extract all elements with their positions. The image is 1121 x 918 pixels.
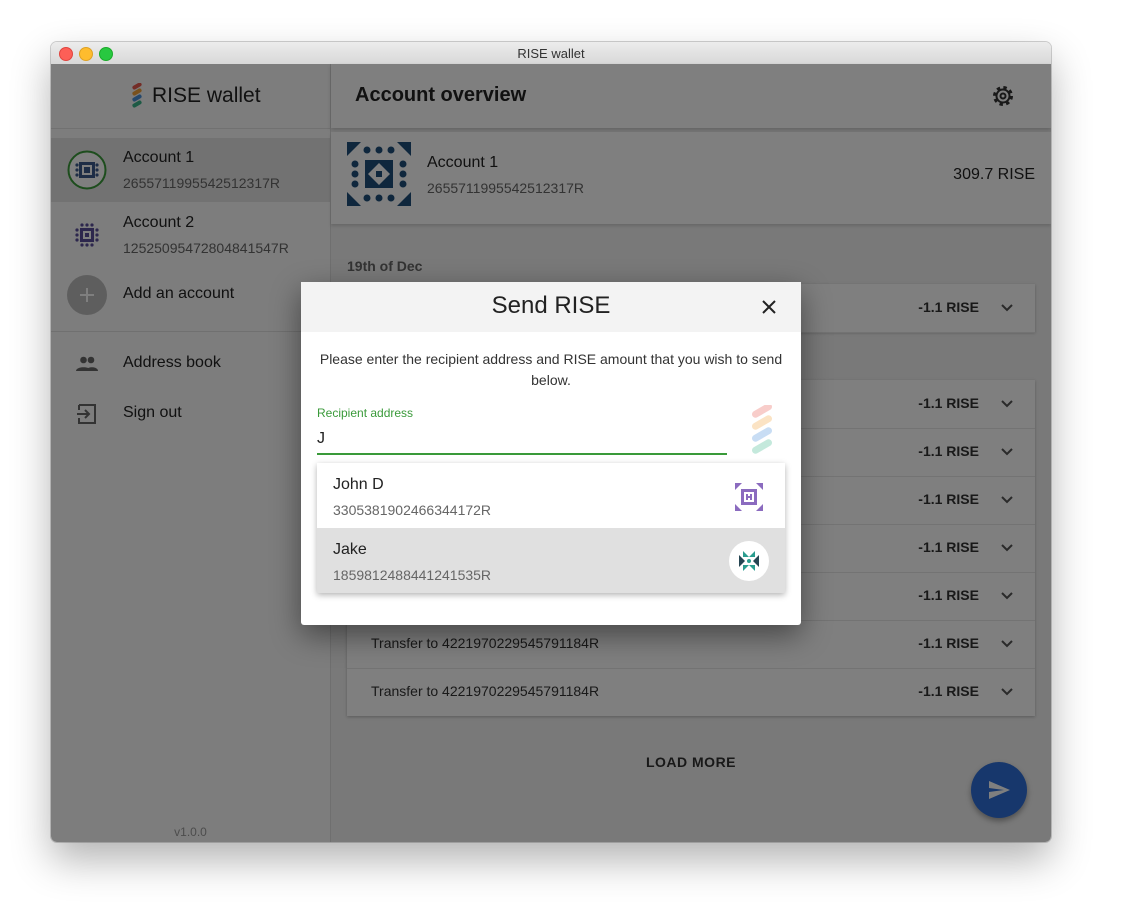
suggestion-address: 3305381902466344172R	[333, 502, 492, 518]
title-bar: RISE wallet	[51, 42, 1051, 65]
close-icon[interactable]	[761, 299, 777, 315]
window-title: RISE wallet	[517, 46, 585, 61]
contact-identicon	[729, 541, 769, 581]
dialog-title: Send RISE	[491, 292, 611, 319]
dialog-header: Send RISE	[301, 282, 801, 332]
dialog-instructions: Please enter the recipient address and R…	[319, 351, 783, 388]
suggestion-address: 1859812488441241535R	[333, 567, 492, 583]
recipient-address-label: Recipient address	[317, 406, 414, 420]
suggestion-item[interactable]: Jake 1859812488441241535R	[317, 528, 785, 593]
suggestion-name: John D	[333, 476, 384, 493]
app-body: RISE wallet Account 1 265571199554251231…	[51, 64, 1051, 842]
contact-identicon	[735, 483, 763, 511]
rise-logo-icon	[752, 405, 772, 454]
recipient-suggestions: John D 3305381902466344172R Jake 1859812…	[317, 463, 785, 593]
app-window: RISE wallet RISE wallet	[51, 42, 1051, 842]
recipient-address-input[interactable]	[317, 425, 727, 455]
send-dialog: Send RISE Please enter the recipient add…	[301, 282, 801, 625]
suggestion-name: Jake	[333, 541, 367, 558]
suggestion-item[interactable]: John D 3305381902466344172R	[317, 463, 785, 528]
